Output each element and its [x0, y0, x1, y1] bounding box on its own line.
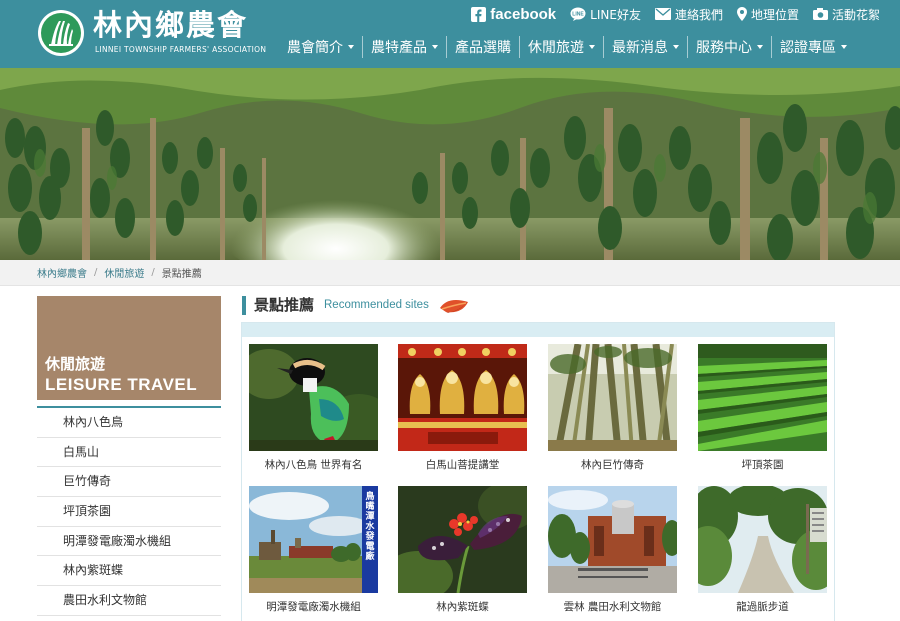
brand-name[interactable]: 林內鄉農會 [93, 9, 248, 41]
location-label: 地理位置 [750, 7, 799, 22]
banner-image [0, 68, 900, 260]
nav-service[interactable]: 服務中心 [687, 36, 771, 58]
spot-photo[interactable] [249, 344, 378, 451]
power-plant-sign: 鳥嘴潭水發電廠 [365, 492, 375, 562]
mail-icon [654, 8, 671, 20]
spot-card-giant-bamboo[interactable]: 林內巨竹傳奇 [548, 344, 677, 472]
spot-photo[interactable] [548, 486, 677, 593]
sidebar-item-purple-butterfly[interactable]: 林內紫斑蝶 [37, 556, 221, 587]
main-nav: 農會簡介 農特產品 產品選購 休閒旅遊 最新消息 服務中心 認證專區 [279, 34, 855, 60]
breadcrumb-home[interactable]: 林內鄉農會 [37, 265, 87, 280]
spot-card-dragon-trail[interactable]: 龍過脈步道 [698, 486, 827, 614]
nav-about[interactable]: 農會簡介 [279, 36, 362, 58]
site-header: 林內鄉農會 LINNEI TOWNSHIP FARMERS' ASSOCIATI… [0, 0, 900, 68]
contact-us-link[interactable]: 連絡我們 [654, 6, 723, 23]
breadcrumb-separator: / [151, 267, 155, 278]
spot-photo[interactable] [398, 344, 527, 451]
location-link[interactable]: 地理位置 [736, 6, 799, 23]
camera-icon [812, 8, 828, 20]
nav-leisure[interactable]: 休閒旅遊 [519, 36, 603, 58]
nav-products[interactable]: 農特產品 [362, 36, 446, 58]
spots-panel-header [242, 323, 834, 337]
spot-photo[interactable] [398, 486, 527, 593]
top-links: facebook LINE LINE好友 連絡我們 地理位置 活動花絮 [457, 4, 880, 24]
line-friend-label: LINE好友 [590, 7, 641, 22]
spot-photo[interactable]: 鳥嘴潭水發電廠 [249, 486, 378, 593]
spot-photo[interactable] [548, 344, 677, 451]
sidebar-item-pingding-tea[interactable]: 坪頂茶園 [37, 497, 221, 527]
papaya-orchard-banner [0, 68, 900, 260]
svg-text:LINE: LINE [572, 12, 584, 18]
section-subtitle: Recommended sites [324, 299, 429, 311]
spot-card-fairy-pitta[interactable]: 林內八色鳥 世界有名 [249, 344, 378, 472]
breadcrumb-separator: / [94, 267, 98, 278]
spot-caption[interactable]: 坪頂茶園 [698, 457, 827, 472]
facebook-icon [471, 6, 487, 22]
sidebar-title: 休閒旅遊 [45, 355, 106, 373]
contact-us-label: 連絡我們 [674, 7, 723, 22]
sidebar-item-giant-bamboo[interactable]: 巨竹傳奇 [37, 467, 221, 498]
sidebar-item-fairy-pitta[interactable]: 林內八色鳥 [37, 408, 221, 438]
sidebar-menu: 林內八色鳥 白馬山 巨竹傳奇 坪頂茶園 明潭發電廠濁水機組 林內紫斑蝶 農田水利… [37, 408, 221, 616]
section-title-bar [242, 296, 246, 315]
spot-card-mingtan-power[interactable]: 鳥嘴潭水發電廠 明潭發電廠濁水機組 [249, 486, 378, 614]
spot-caption[interactable]: 明潭發電廠濁水機組 [249, 599, 378, 614]
line-friend-link[interactable]: LINE LINE好友 [570, 6, 641, 23]
breadcrumb: 林內鄉農會 / 休閒旅遊 / 景點推薦 [0, 260, 900, 286]
brand-name-english: LINNEI TOWNSHIP FARMERS' ASSOCIATION [95, 45, 267, 54]
section-title: 景點推薦 [254, 296, 315, 314]
chevron-down-icon [589, 45, 595, 49]
spot-card-tea-garden[interactable]: 坪頂茶園 [698, 344, 827, 472]
leaf-decoration-icon [440, 300, 468, 313]
chevron-down-icon [432, 45, 438, 49]
chevron-down-icon [348, 45, 354, 49]
spot-caption[interactable]: 龍過脈步道 [698, 599, 827, 614]
spot-card-purple-butterfly[interactable]: 林內紫斑蝶 [398, 486, 527, 614]
spot-card-irrigation-museum[interactable]: 雲林 農田水利文物館 [548, 486, 677, 614]
spot-photo[interactable] [698, 486, 827, 593]
chevron-down-icon [673, 45, 679, 49]
event-photos-link[interactable]: 活動花絮 [812, 6, 880, 23]
nav-certification[interactable]: 認證專區 [771, 36, 855, 58]
breadcrumb-leisure[interactable]: 休閒旅遊 [104, 265, 144, 280]
nav-shop[interactable]: 產品選購 [446, 36, 519, 58]
spot-photo[interactable] [698, 344, 827, 451]
spot-caption[interactable]: 林內紫斑蝶 [398, 599, 527, 614]
sidebar-item-baima-mountain[interactable]: 白馬山 [37, 438, 221, 468]
spot-caption[interactable]: 白馬山菩提講堂 [398, 457, 527, 472]
map-pin-icon [736, 7, 747, 21]
event-photos-label: 活動花絮 [831, 7, 880, 22]
nav-news[interactable]: 最新消息 [603, 36, 687, 58]
farmers-association-logo-icon[interactable] [37, 9, 85, 57]
facebook-link[interactable]: facebook [471, 6, 556, 23]
sidebar-title-english: LEISURE TRAVEL [45, 375, 198, 394]
spot-caption[interactable]: 林內巨竹傳奇 [548, 457, 677, 472]
line-icon: LINE [570, 7, 586, 21]
sidebar-item-mingtan-power[interactable]: 明潭發電廠濁水機組 [37, 527, 221, 557]
chevron-down-icon [841, 45, 847, 49]
chevron-down-icon [757, 45, 763, 49]
breadcrumb-current: 景點推薦 [161, 269, 202, 280]
sidebar-item-irrigation-museum[interactable]: 農田水利文物館 [37, 586, 221, 616]
spot-card-baima-temple[interactable]: 白馬山菩提講堂 [398, 344, 527, 472]
spot-caption[interactable]: 雲林 農田水利文物館 [548, 599, 677, 614]
facebook-label: facebook [490, 5, 557, 23]
spot-caption[interactable]: 林內八色鳥 世界有名 [249, 457, 378, 472]
sidebar-header: 休閒旅遊 LEISURE TRAVEL [37, 296, 221, 400]
